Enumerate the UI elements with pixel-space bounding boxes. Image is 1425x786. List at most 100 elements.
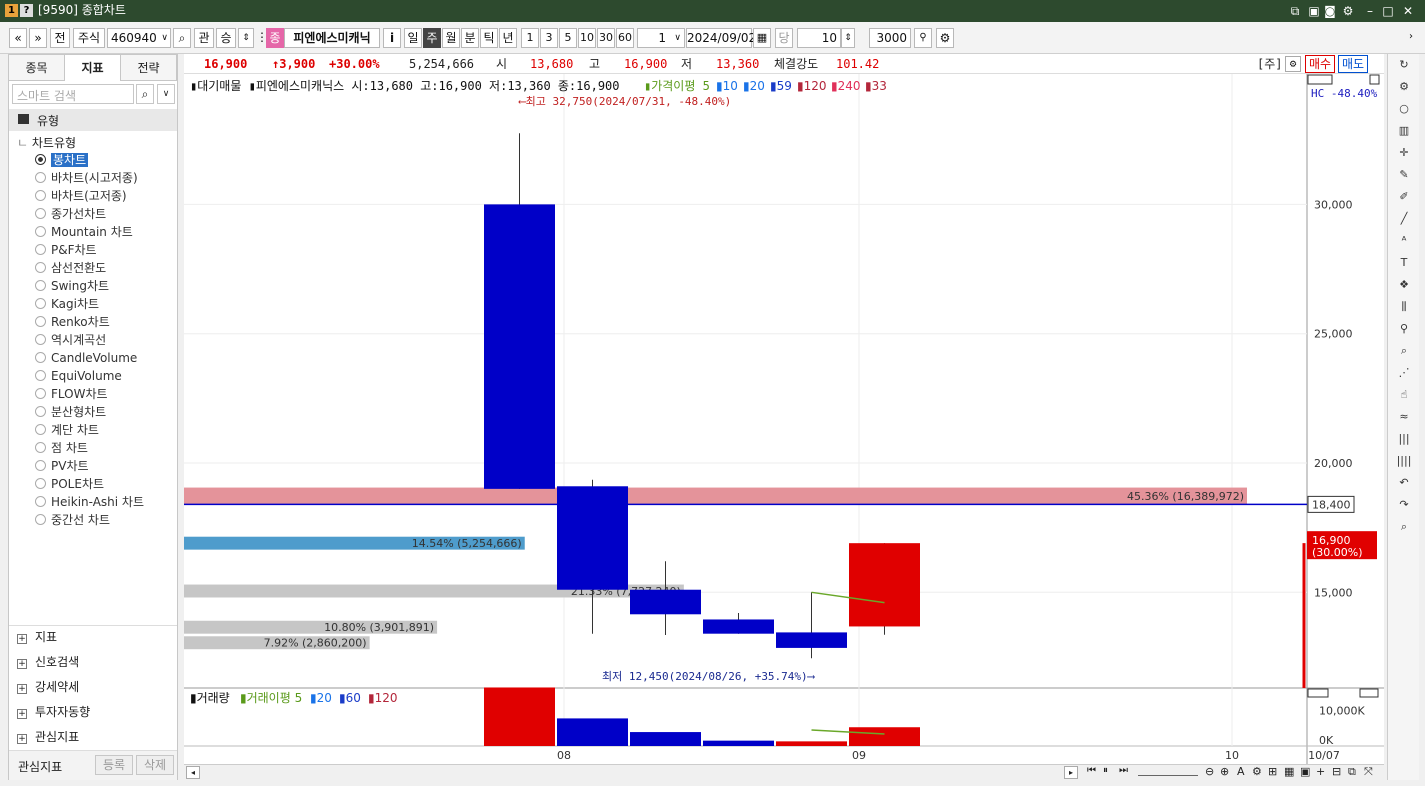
chart-type-option[interactable]: 삼선전환도 [35,259,106,277]
tree-group[interactable]: ㄴ 차트유형 [17,134,76,151]
radio-icon[interactable] [35,226,46,237]
gwan-button[interactable]: 관 [194,28,214,48]
period-tab[interactable]: 틱 [480,28,498,48]
radio-icon[interactable] [35,172,46,183]
radio-icon[interactable] [35,514,46,525]
dang-button[interactable]: 당 [775,28,793,48]
magnifier-icon[interactable]: ⌕ [1394,342,1414,360]
search-icon[interactable]: ⌕ [1394,518,1414,536]
layout-icon[interactable]: ▣ [1306,3,1322,19]
radio-icon[interactable] [35,208,46,219]
chart-type-option[interactable]: 바차트(시고저종) [35,169,138,187]
section-header[interactable]: 유형 [9,109,177,131]
radio-icon[interactable] [35,244,46,255]
expand-icon[interactable]: + [17,709,27,719]
period-tab[interactable]: 주 [423,28,441,48]
expand-icon[interactable]: + [17,734,27,744]
zoom-icon[interactable]: ⚲ [1394,320,1414,338]
camera-icon[interactable]: ◙ [1322,3,1338,19]
gear-icon[interactable]: ⚙ [1252,765,1262,778]
help-icon[interactable]: ? [20,4,33,17]
interval-button[interactable]: 10 [578,28,596,48]
tree-section[interactable]: + 강세약세 [17,678,79,696]
link-icon[interactable]: ⧉ [1287,3,1303,19]
calendar-icon[interactable]: ▦ [753,28,771,48]
period-tab[interactable]: 년 [499,28,517,48]
delete-button[interactable]: 삭제 [136,755,174,775]
chart-type-option[interactable]: PV차트 [35,457,89,475]
left-tab[interactable]: 전략 [121,55,177,81]
search-icon[interactable]: ⌕ [136,84,154,104]
chart-type-option[interactable]: CandleVolume [35,349,137,367]
maximize-icon[interactable]: □ [1380,3,1396,19]
radio-icon[interactable] [35,190,46,201]
zoom-out-icon[interactable]: ⊖ [1205,765,1214,778]
bar-chart-icon[interactable]: ▥ [1394,122,1414,140]
zoom-icon[interactable]: ⚲ [914,28,932,48]
stock-name[interactable]: 피엔에스미캐닉 [284,28,380,48]
first-page-icon[interactable]: ⏮ [1087,765,1096,776]
chart-type-option[interactable]: POLE차트 [35,475,104,493]
weekly-badge[interactable]: [주] [1257,57,1283,71]
radio-icon[interactable] [35,388,46,399]
chart-type-option[interactable]: Kagi차트 [35,295,99,313]
radio-icon[interactable] [35,442,46,453]
tree-section[interactable]: + 관심지표 [17,728,79,746]
period-tab[interactable]: 분 [461,28,479,48]
crosshair-icon[interactable]: ⊞ [1268,765,1277,778]
more-icon[interactable]: ⋮ [256,28,268,48]
period-tab[interactable]: 월 [442,28,460,48]
chart-svg[interactable]: 15,000 20,000 25,000 30,000 08 09 10 10/07 45.36… [184,74,1384,764]
seung-button[interactable]: 승 [216,28,236,48]
sell-button[interactable]: 매도 [1338,55,1368,73]
chart-type-option[interactable]: 종가선차트 [35,205,106,223]
chart-area[interactable]: 15,000 20,000 25,000 30,000 08 09 10 10/07 45.36… [184,74,1384,764]
close-icon[interactable]: ✕ [1400,3,1416,19]
circle-icon[interactable]: ○ [1394,100,1414,118]
radio-icon[interactable] [35,478,46,489]
left-tab[interactable]: 종목 [9,55,65,81]
scroll-left-arrow[interactable]: ◂ [186,766,200,779]
chart-type-option[interactable]: Renko차트 [35,313,110,331]
minimize-icon[interactable]: – [1362,3,1378,19]
crosshair-icon[interactable]: ✛ [1394,144,1414,162]
unit-select[interactable]: 1 ∨ [637,28,685,48]
redo-icon[interactable]: ↷ [1394,496,1414,514]
zoom-in-icon[interactable]: ⊕ [1220,765,1229,778]
config-icon[interactable]: ⚙ [936,28,954,48]
settings-icon[interactable]: ⚙ [1340,3,1356,19]
chart-type-option[interactable]: FLOW차트 [35,385,108,403]
count-input[interactable]: 10 [797,28,841,48]
last-page-icon[interactable]: ⏭ [1119,765,1128,776]
chart-type-option[interactable]: 바차트(고저종) [35,187,127,205]
radio-icon[interactable] [35,496,46,507]
radio-icon[interactable] [35,280,46,291]
candle-icon[interactable]: ⫼ [1394,298,1414,316]
chart-type-option[interactable]: 점 차트 [35,439,88,457]
search-icon[interactable]: ⌕ [173,28,191,48]
count-stepper[interactable]: ⇕ [841,28,855,48]
chart-type-option[interactable]: Swing차트 [35,277,109,295]
scroll-right-arrow[interactable]: ▸ [1064,766,1078,779]
chevron-down-icon[interactable]: ∨ [157,84,175,104]
left-tab[interactable]: 지표 [65,55,121,81]
table-icon[interactable]: ▦ [1284,765,1294,778]
wave-icon[interactable]: ≈ [1394,408,1414,426]
text-icon[interactable]: A [1237,765,1245,778]
pause-icon[interactable]: ⏸ [1103,765,1108,776]
expand-icon[interactable]: ⤧ [1364,765,1373,779]
date-input[interactable]: 2024/09/02 [686,28,756,48]
radio-icon[interactable] [35,154,46,165]
chart-type-option[interactable]: 분산형차트 [35,403,106,421]
window-icon[interactable]: ⧉ [1348,765,1356,779]
pen-icon[interactable]: ✎ [1394,166,1414,184]
expand-icon[interactable]: + [17,659,27,669]
expand-icon[interactable]: + [17,684,27,694]
bars-icon[interactable]: ||| [1394,430,1414,448]
auto-icon[interactable]: ᴬ [1394,232,1414,250]
buy-button[interactable]: 매수 [1305,55,1335,73]
window-number-badge[interactable]: 1 [5,4,18,17]
tree-section[interactable]: + 투자자동향 [17,703,90,721]
chart-type-option[interactable]: Mountain 차트 [35,223,133,241]
line-icon[interactable]: ╱ [1394,210,1414,228]
